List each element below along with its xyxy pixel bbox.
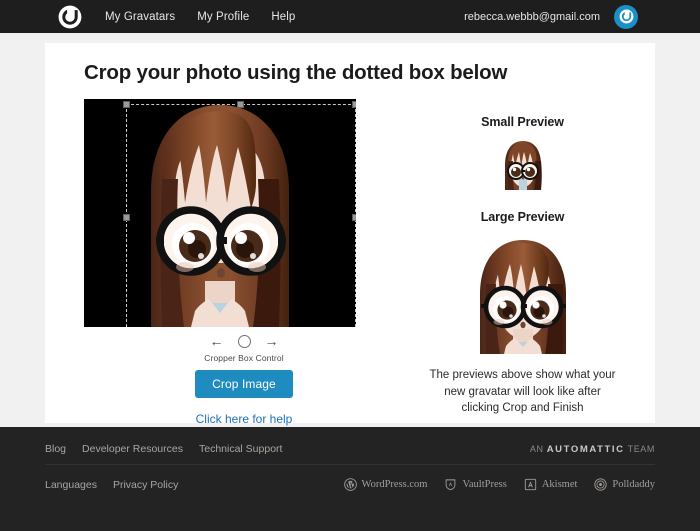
akismet-icon bbox=[524, 478, 537, 491]
automattic-brand-row: WordPress.com VaultPress Akismet Polldad… bbox=[343, 478, 655, 491]
brand-wordpress-label: WordPress.com bbox=[361, 479, 428, 490]
main-content-area: Crop your photo using the dotted box bel… bbox=[0, 33, 700, 427]
brand-vaultpress[interactable]: VaultPress bbox=[444, 478, 507, 491]
footer-link-privacy-policy[interactable]: Privacy Policy bbox=[113, 479, 178, 491]
polldaddy-icon bbox=[594, 478, 608, 491]
wordpress-icon bbox=[343, 478, 357, 491]
brand-polldaddy-label: Polldaddy bbox=[612, 479, 655, 490]
vaultpress-icon bbox=[444, 478, 457, 491]
footer-link-languages[interactable]: Languages bbox=[45, 479, 97, 491]
brand-wordpress[interactable]: WordPress.com bbox=[343, 478, 428, 491]
crop-handle-ne[interactable] bbox=[352, 101, 356, 108]
circle-knob-icon[interactable] bbox=[237, 334, 251, 348]
crop-image-button[interactable]: Crop Image bbox=[195, 370, 293, 398]
automattic-name: AUTOMATTIC bbox=[546, 443, 625, 455]
small-preview-title: Small Preview bbox=[481, 115, 564, 129]
nav-item-help[interactable]: Help bbox=[271, 11, 295, 23]
large-preview-image bbox=[462, 234, 583, 354]
cropper-column: ← → Cropper Box Control Crop Image Click… bbox=[84, 99, 404, 426]
primary-nav-links: My Gravatars My Profile Help bbox=[105, 11, 295, 23]
nav-item-my-gravatars[interactable]: My Gravatars bbox=[105, 11, 175, 23]
footer-link-developer-resources[interactable]: Developer Resources bbox=[82, 443, 183, 455]
arrow-left-icon[interactable]: ← bbox=[210, 334, 224, 348]
brand-akismet[interactable]: Akismet bbox=[524, 478, 578, 491]
brand-akismet-label: Akismet bbox=[541, 479, 578, 490]
footer-link-blog[interactable]: Blog bbox=[45, 443, 66, 455]
page-footer: Blog Developer Resources Technical Suppo… bbox=[0, 427, 700, 531]
automattic-credit: AN AUTOMATTIC TEAM bbox=[530, 444, 655, 455]
brand-polldaddy[interactable]: Polldaddy bbox=[594, 478, 655, 491]
footer-row-secondary: Languages Privacy Policy WordPress.com V… bbox=[45, 464, 655, 504]
footer-link-technical-support[interactable]: Technical Support bbox=[199, 443, 282, 455]
arrow-right-icon[interactable]: → bbox=[265, 334, 279, 348]
small-preview-image bbox=[496, 138, 549, 190]
footer-row-primary: Blog Developer Resources Technical Suppo… bbox=[45, 427, 655, 464]
nav-item-my-profile[interactable]: My Profile bbox=[197, 11, 249, 23]
account-email: rebecca.webbb@gmail.com bbox=[464, 10, 600, 23]
page-title: Crop your photo using the dotted box bel… bbox=[84, 61, 508, 84]
cropper-control-label: Cropper Box Control bbox=[204, 353, 284, 363]
source-photo bbox=[127, 99, 313, 327]
crop-stage[interactable] bbox=[84, 99, 356, 327]
top-navigation-bar: My Gravatars My Profile Help rebecca.web… bbox=[0, 0, 700, 33]
card-body: ← → Cropper Box Control Crop Image Click… bbox=[67, 99, 633, 426]
gravatar-avatar-icon[interactable] bbox=[614, 4, 638, 29]
account-area: rebecca.webbb@gmail.com bbox=[464, 4, 690, 29]
brand-vaultpress-label: VaultPress bbox=[462, 479, 507, 490]
preview-column: Small Preview Large Preview The previews… bbox=[412, 99, 633, 417]
large-preview-title: Large Preview bbox=[480, 210, 565, 224]
gravatar-crop-page: My Gravatars My Profile Help rebecca.web… bbox=[0, 0, 700, 531]
help-link[interactable]: Click here for help bbox=[84, 412, 404, 426]
footer-links-primary: Blog Developer Resources Technical Suppo… bbox=[45, 443, 282, 455]
automattic-prefix: AN bbox=[529, 443, 544, 454]
gravatar-logo-icon[interactable] bbox=[57, 4, 83, 30]
automattic-suffix: TEAM bbox=[627, 443, 655, 454]
crop-handle-e[interactable] bbox=[352, 214, 356, 221]
preview-note: The previews above show what your new gr… bbox=[429, 369, 616, 415]
cropper-box-control: ← → bbox=[84, 334, 404, 348]
footer-links-secondary: Languages Privacy Policy bbox=[45, 479, 178, 491]
crop-card: Crop your photo using the dotted box bel… bbox=[45, 43, 655, 426]
